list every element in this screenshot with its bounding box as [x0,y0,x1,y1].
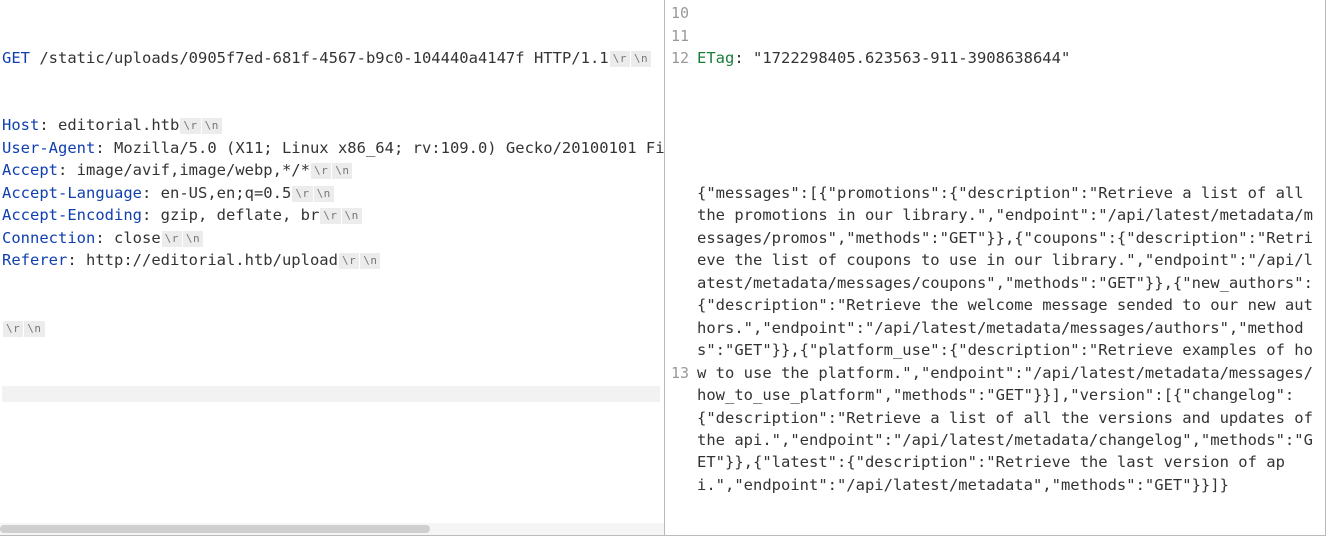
header-value: en-US,en;q=0.5 [161,184,292,202]
line-number-blank [667,205,689,228]
scrollbar-thumb[interactable] [0,525,430,533]
response-blank-line [697,114,1321,137]
crlf-marker: \r [162,231,182,247]
line-number-blank [667,317,689,340]
crlf-marker: \r [292,186,312,202]
request-pane[interactable]: GET /static/uploads/0905f7ed-681f-4567-b… [0,0,665,536]
crlf-marker: \r [311,163,331,179]
header-name: Accept-Encoding [2,206,142,224]
request-protocol: HTTP/1.1 [534,49,609,67]
crlf-marker: \n [202,118,222,134]
line-number-blank [667,92,689,115]
line-number: 10 [667,2,689,25]
request-header-line: User-Agent: Mozilla/5.0 (X11; Linux x86_… [2,137,660,160]
line-number-blank [667,250,689,273]
line-number-blank [667,227,689,250]
header-name: Host [2,116,39,134]
etag-header-value: "1722298405.623563-911-3908638644" [753,49,1070,67]
line-number-blank [667,182,689,205]
header-value: http://editorial.htb/upload [86,251,338,269]
line-number-gutter: 10 11 12 13 [665,0,695,535]
header-value: image/avif,image/webp,*/* [77,161,310,179]
header-name: Connection [2,229,95,247]
line-number: 12 [667,47,689,70]
horizontal-scrollbar[interactable] [0,523,664,535]
response-code[interactable]: ETag: "1722298405.623563-911-3908638644"… [695,0,1325,535]
request-header-line: Connection: close\r\n [2,227,660,250]
request-body-placeholder [2,386,660,402]
header-value: editorial.htb [58,116,179,134]
etag-header-name: ETag [697,49,734,67]
request-header-line: Accept-Language: en-US,en;q=0.5\r\n [2,182,660,205]
header-name: User-Agent [2,139,95,157]
request-header-line: Accept: image/avif,image/webp,*/*\r\n [2,159,660,182]
line-number-blank [667,160,689,183]
request-header-line: Accept-Encoding: gzip, deflate, br\r\n [2,204,660,227]
crlf-marker: \n [24,321,44,337]
request-header-line: Host: editorial.htb\r\n [2,114,660,137]
header-name: Referer [2,251,67,269]
http-method: GET [2,49,30,67]
header-value: close [114,229,161,247]
request-path: /static/uploads/0905f7ed-681f-4567-b9c0-… [39,49,524,67]
crlf-marker: \n [360,253,380,269]
split-view: GET /static/uploads/0905f7ed-681f-4567-b… [0,0,1326,536]
line-number-blank [667,115,689,138]
header-value: Mozilla/5.0 (X11; Linux x86_64; rv:109.0… [114,139,665,157]
crlf-marker: \r [339,253,359,269]
crlf-marker: \n [342,208,362,224]
line-number-blank [667,340,689,363]
crlf-marker: \n [183,231,203,247]
crlf-marker: \n [631,51,651,67]
header-name: Accept-Language [2,184,142,202]
response-body: {"messages":[{"promotions":{"description… [697,182,1321,497]
line-number-blank [667,70,689,93]
crlf-marker: \n [332,163,352,179]
header-value: gzip, deflate, br [161,206,320,224]
line-number: 11 [667,25,689,48]
request-header-line: Referer: http://editorial.htb/upload\r\n [2,249,660,272]
request-blank-line: \r\n [2,317,660,340]
response-pane[interactable]: 10 11 12 13 ETag: "1722298405.623563-911… [665,0,1326,536]
crlf-marker: \n [314,186,334,202]
request-code[interactable]: GET /static/uploads/0905f7ed-681f-4567-b… [0,0,664,449]
request-line: GET /static/uploads/0905f7ed-681f-4567-b… [2,47,660,70]
header-name: Accept [2,161,58,179]
line-number-blank [667,272,689,295]
line-number-blank [667,295,689,318]
response-header-line: ETag: "1722298405.623563-911-3908638644" [697,47,1321,70]
crlf-marker: \r [180,118,200,134]
line-number-blank [667,137,689,160]
crlf-marker: \r [3,321,23,337]
crlf-marker: \r [610,51,630,67]
crlf-marker: \r [320,208,340,224]
line-number: 13 [667,362,689,385]
